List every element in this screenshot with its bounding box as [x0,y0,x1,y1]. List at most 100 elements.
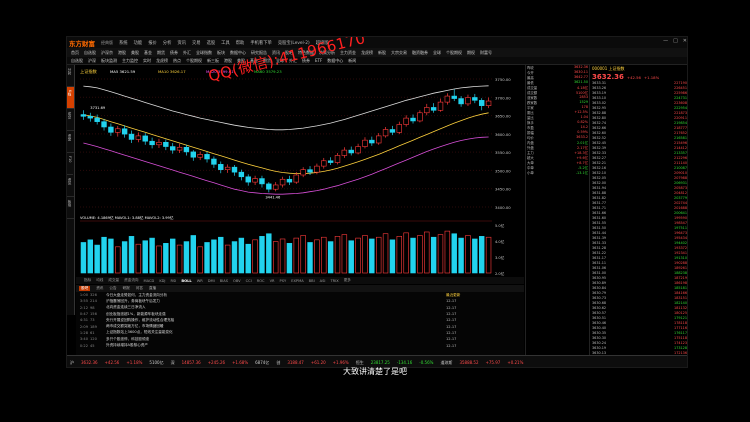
nav-item[interactable]: 新股 [378,50,386,56]
indicator-tab[interactable]: CCI [246,279,252,283]
toolbar-item[interactable]: 热点 [173,58,181,64]
indicator-tab[interactable]: 成交量 [108,278,119,283]
news-tab[interactable]: 股吧 [79,286,91,291]
nav-item[interactable]: 数据中心 [230,50,246,56]
candle-body [211,158,217,165]
nav-item[interactable]: 龙虎榜 [361,50,373,56]
toolbar-item[interactable]: 沪深 [88,58,96,64]
nav-item[interactable]: 个股期权 [446,50,462,56]
menu-item[interactable]: 帮助 [236,40,245,46]
news-text[interactable]: 两市成交额突破万亿，市场情绪回暖 [106,324,164,329]
menu-item[interactable]: 资讯 [177,40,186,46]
indicator-tab[interactable]: 资金流向 [124,278,138,283]
left-tab[interactable]: 资讯 [67,175,74,197]
kline-svg[interactable]: 上证指数 MA5 3621.59 MA10 3626.17 MA20 3599.01 M… [76,65,524,277]
indicator-tab[interactable]: RSI [171,279,177,283]
menu-item[interactable]: 功能 [134,40,143,46]
indicator-tab[interactable]: 均线 [96,278,103,283]
indicator-tab[interactable]: ASI [320,279,326,283]
menu-item[interactable]: 分析 [163,40,172,46]
news-text[interactable]: 今日大盘走势如何，主力资金流向分析 [106,293,167,298]
menu-item[interactable]: 系统 [119,40,128,46]
window-controls: — □ ✕ [663,38,687,44]
nav-item[interactable]: 大宗交易 [391,50,407,56]
left-tab[interactable]: 分时 [67,65,74,87]
app-logo[interactable]: 东方财富 [69,38,95,48]
indicator-tab[interactable]: 更多 [344,278,351,283]
news-text[interactable]: 沪指震荡回升，券商板块午后发力 [106,299,160,304]
window-control-button[interactable]: ✕ [683,38,687,44]
nav-item[interactable]: 债券 [170,50,178,56]
news-tab[interactable]: 资讯 [96,286,103,291]
indicator-tab[interactable]: BIAS [220,279,228,283]
toolbar-item[interactable]: 新闻 [348,58,356,64]
volume-bar [135,243,142,274]
news-text[interactable]: 外资持续增持A股核心资产 [106,343,148,348]
toolbar-item[interactable]: 主力监控 [122,58,138,64]
left-tab[interactable]: 板块 [67,197,74,219]
news-text[interactable]: 创业板指涨超1%，新能源车板块走强 [106,312,166,317]
nav-item[interactable]: 期权 [467,50,475,56]
toolbar-item[interactable]: 个股期权 [186,58,202,64]
indicator-tab[interactable]: PSY [280,279,287,283]
menu-item[interactable]: 选股 [207,40,216,46]
candle-body [327,160,334,163]
news-tab[interactable]: 研报 [123,286,130,291]
nav-item[interactable]: 全球 [433,50,441,56]
status-item: 恒生 [355,359,364,365]
indicator-tab[interactable]: VR [270,279,275,283]
toolbar-item[interactable]: 龙虎榜 [156,58,168,64]
left-tab[interactable]: 资金 [67,131,74,153]
left-tab[interactable]: K线 [67,87,74,109]
indicator-tab[interactable]: BOLL [181,279,191,283]
menu-item[interactable]: 手机看下单 [250,40,271,46]
news-time: 0:47 [79,312,88,317]
nav-item[interactable]: 美股 [131,50,139,56]
window-control-button[interactable]: — [663,38,668,44]
nav-item[interactable]: 板块 [217,50,225,56]
news-tab[interactable]: 直播 [149,286,156,291]
indicator-tab[interactable]: 指标 [84,278,91,283]
volume-bar [458,237,464,274]
indicator-tab[interactable]: DMI [208,279,215,283]
toolbar-item[interactable]: 自选股 [71,58,83,64]
nav-item[interactable]: 融资融券 [412,50,428,56]
news-tab[interactable]: 问答 [136,286,143,291]
left-tab[interactable]: 成交 [67,109,74,131]
nav-item[interactable]: 全球指数 [196,50,212,56]
menu-item[interactable]: 工具 [221,40,230,46]
menu-item[interactable]: 交易 [192,40,201,46]
window-control-button[interactable]: □ [673,38,678,44]
nav-item[interactable]: 自选股 [84,50,96,56]
nav-item[interactable]: 沪深京 [101,50,113,56]
candle-body [169,146,176,151]
indicator-tab[interactable]: WR [197,279,203,283]
toolbar-item[interactable]: 数据中心 [327,58,343,64]
nav-item[interactable]: 期货 [157,50,165,56]
indicator-tab[interactable]: BBI [309,279,315,283]
news-text[interactable]: 北向资金连续三日净流入 [106,305,146,310]
nav-item[interactable]: 港股 [118,50,126,56]
indicator-tab[interactable]: KDJ [159,279,165,283]
toolbar-item[interactable]: 板块监测 [101,58,117,64]
nav-item[interactable]: 外汇 [183,50,191,56]
volume-bar [231,241,238,274]
news-tab[interactable]: 公告 [109,286,116,291]
nav-item[interactable]: 首页 [71,50,79,56]
news-panel: 股吧 资讯 公告 研报 问答 直播 1:00 326 今日大盘走势如何，主力资金流向分析 3:5… [76,285,524,355]
news-text[interactable]: 上证指数站上3600点，短线关注量能变化 [106,330,173,335]
menu-item[interactable]: 报价 [148,40,157,46]
indicator-tab[interactable]: EXPMA [291,279,303,283]
indicator-tab[interactable]: ROC [257,279,265,283]
indicator-tab[interactable]: TRIX [330,279,338,283]
nav-item[interactable]: 财富号 [480,50,492,56]
nav-bar: 首页 自选股 沪深京 港股 美股 基金 期货 债券 外汇 全球指数 板块 数据中心 研究报告 资讯 股吧 特色… [67,48,687,57]
nav-item[interactable]: 基金 [144,50,152,56]
indicator-tab[interactable]: OBV [233,279,241,283]
toolbar-item[interactable]: 实时 [143,58,151,64]
left-tab[interactable]: F10 [67,153,73,175]
quote-price: 3632.36 [592,73,624,81]
news-text[interactable]: 多只个股涨停，科技股领涨 [106,337,149,342]
indicator-tab[interactable]: MACD [144,279,155,283]
news-text[interactable]: 央行开展逆回购操作，维护流动性合理充裕 [106,318,174,323]
